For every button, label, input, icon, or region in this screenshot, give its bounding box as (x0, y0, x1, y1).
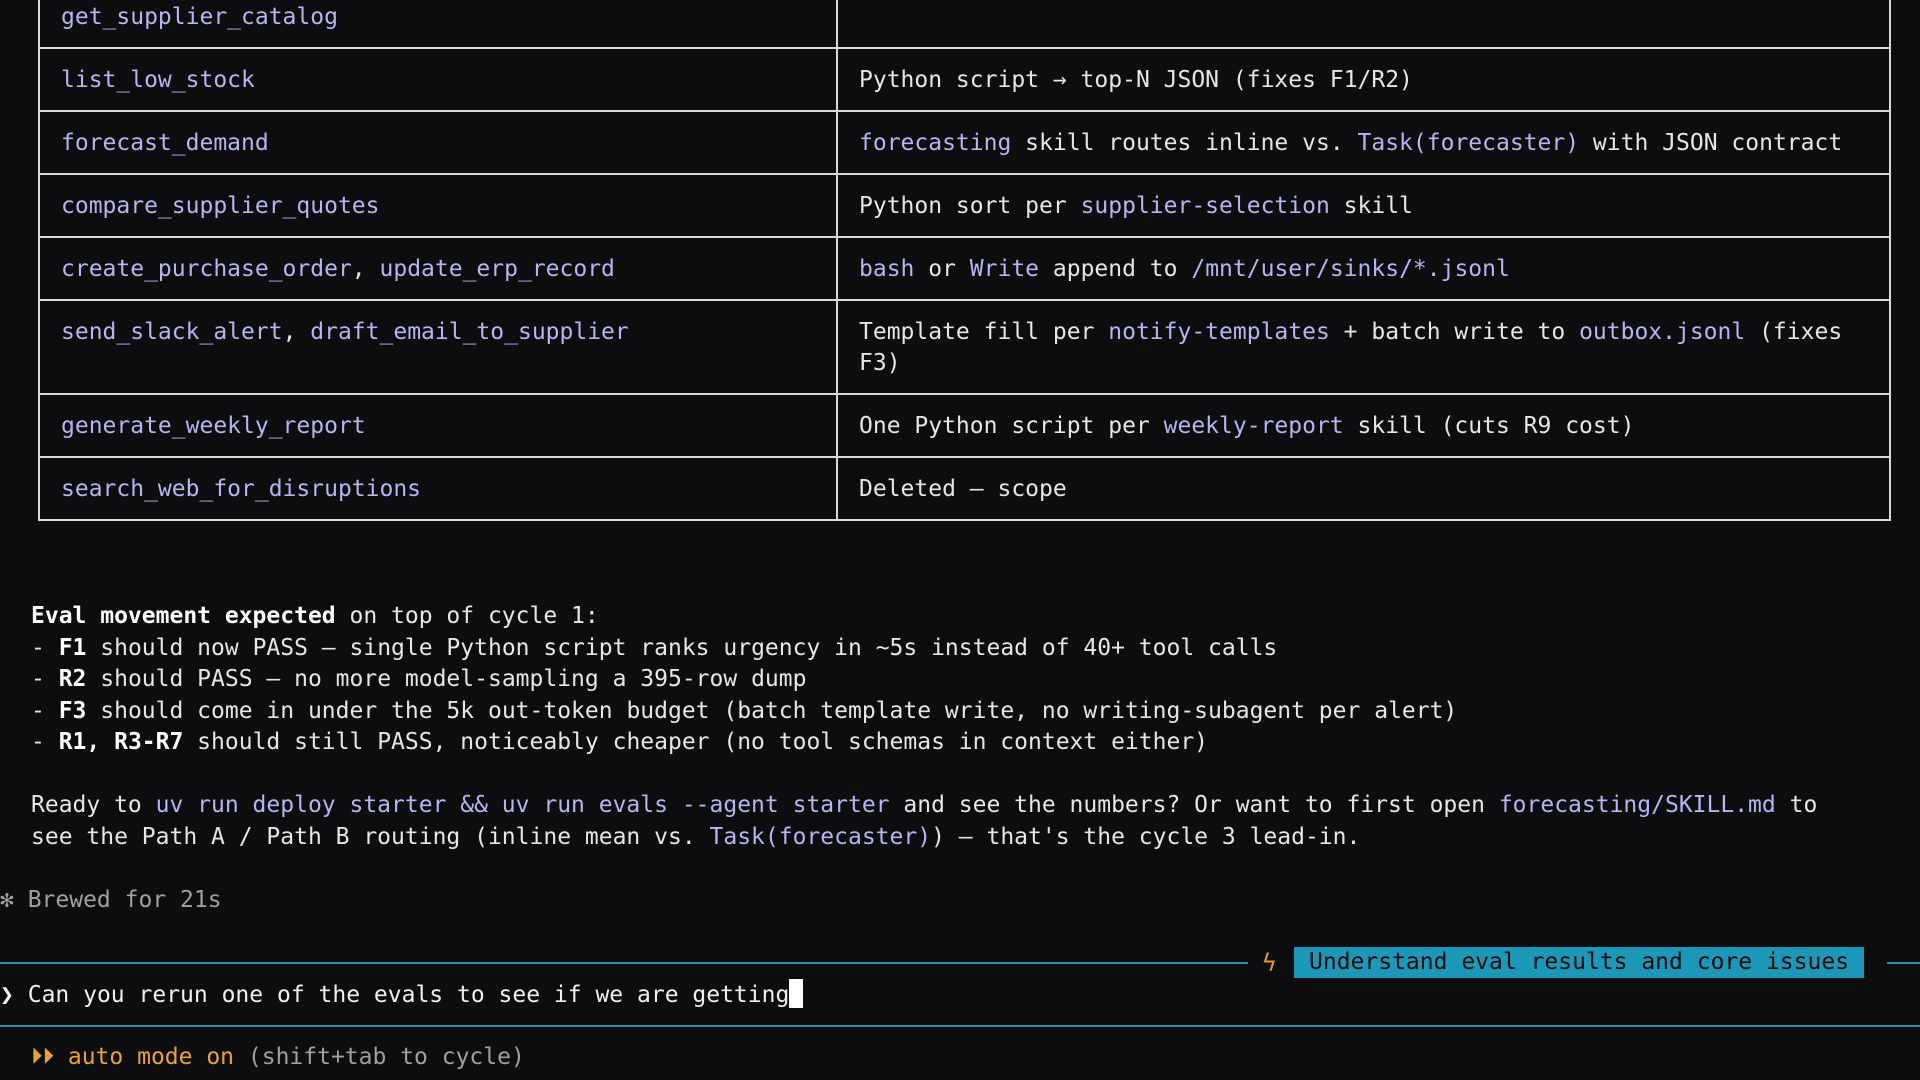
eval-id: R1, R3-R7 (58, 729, 184, 755)
tool-mapping-table: get_supplier_catalog list_low_stock Python… (38, 0, 1891, 521)
eval-id: F3 (58, 697, 87, 724)
prompt-input[interactable]: ❯ Can you rerun one of the evals to see … (0, 979, 804, 1011)
text-segment: skill (cuts R9 cost) (1343, 413, 1635, 439)
inline-code: uv run deploy starter && uv run evals --… (155, 792, 890, 818)
table-row: forecast_demand forecasting skill routes … (38, 110, 1891, 175)
text-segment: skill routes inline vs. (1011, 130, 1358, 156)
tool-name-cell: get_supplier_catalog (38, 0, 838, 49)
inline-code: Task(forecaster) (709, 823, 932, 850)
brewed-status: ✻ Brewed for 21s (0, 887, 222, 913)
inline-code: outbox.jsonl (1579, 319, 1746, 345)
table-row: get_supplier_catalog (38, 0, 1891, 49)
text-segment: or (914, 256, 970, 282)
table-row: search_web_for_disruptions Deleted — scop… (38, 456, 1891, 521)
inline-code: weekly-report (1163, 413, 1344, 439)
eval-text: should PASS — no more model-sampling a 3… (86, 666, 807, 692)
tool-name: update_erp_record (379, 256, 615, 282)
text-segment: and see the numbers? Or want to first op… (889, 792, 1499, 818)
eval-id: R2 (58, 666, 87, 692)
ready-line-1: Ready to uv run deploy starter && uv run… (31, 790, 1901, 822)
tool-mapping-body: get_supplier_catalog list_low_stock Python… (38, 0, 1891, 521)
table-row: create_purchase_order, update_erp_record… (38, 236, 1891, 301)
text-segment: see the Path A / Path B routing (inline … (31, 823, 710, 850)
session-title-badge: Understand eval results and core issues (1294, 947, 1865, 978)
tool-name-cell: list_low_stock (38, 47, 838, 112)
replacement-cell: Python script → top-N JSON (fixes F1/R2) (836, 47, 1891, 112)
inline-code: forecasting/SKILL.md (1498, 792, 1776, 818)
eval-text: should now PASS — single Python script r… (86, 634, 1278, 661)
text-segment: + batch write to (1329, 319, 1580, 345)
replacement-cell (836, 0, 1891, 49)
tool-name-cell: generate_weekly_report (38, 393, 838, 458)
inline-code: notify-templates (1108, 319, 1330, 345)
inline-code: bash (859, 256, 915, 282)
tool-name: generate_weekly_report (61, 413, 366, 439)
text-segment: with JSON contract (1579, 130, 1843, 156)
eval-text: should come in under the 5k out-token bu… (86, 697, 1458, 724)
text-segment: Ready to (31, 792, 156, 818)
prompt-text[interactable]: Can you rerun one of the evals to see if… (28, 982, 790, 1008)
eval-list: - F1 should now PASS — single Python scr… (31, 633, 1901, 759)
table-row: generate_weekly_report One Python script … (38, 393, 1891, 458)
inline-code: /mnt/user/sinks/*.jsonl (1191, 256, 1510, 282)
eval-item: - F1 should now PASS — single Python scr… (31, 634, 1278, 661)
text-segment: Python script → top-N JSON (fixes F1/R2) (859, 67, 1413, 93)
text-segment: ) — that's the cycle 3 lead-in. (931, 823, 1361, 850)
replacement-cell: forecasting skill routes inline vs. Task… (836, 110, 1891, 175)
replacement-cell: Template fill per notify-templates + bat… (836, 299, 1891, 395)
inline-code: supplier-selection (1080, 193, 1330, 219)
text-segment: skill (1329, 193, 1413, 219)
tool-name: compare_supplier_quotes (61, 193, 380, 219)
text-segment: Python sort per (859, 193, 1081, 219)
text-segment: Template fill per (859, 319, 1109, 345)
tool-name: create_purchase_order (61, 256, 352, 282)
mode-indicator[interactable]: ⏵⏵ auto mode on (shift+tab to cycle) (31, 1042, 525, 1073)
tool-name: send_slack_alert (61, 319, 283, 345)
replacement-cell: One Python script per weekly-report skil… (836, 393, 1891, 458)
text-segment: append to (1039, 256, 1192, 282)
text-segment: Deleted — scope (859, 476, 1067, 502)
assistant-response: Eval movement expected on top of cycle 1… (31, 601, 1901, 853)
ready-line-2: see the Path A / Path B routing (inline … (31, 822, 1901, 854)
eval-id: F1 (58, 634, 87, 661)
lightning-icon: ϟ (1262, 949, 1277, 977)
table-row: send_slack_alert, draft_email_to_supplie… (38, 299, 1891, 395)
inline-code: forecasting (859, 130, 1012, 156)
text-segment: to (1775, 792, 1818, 818)
tool-name-cell: send_slack_alert, draft_email_to_supplie… (38, 299, 838, 395)
tool-name: search_web_for_disruptions (61, 476, 422, 502)
tool-name-cell: forecast_demand (38, 110, 838, 175)
tool-name: forecast_demand (61, 130, 269, 156)
eval-item: - R1, R3-R7 should still PASS, noticeabl… (31, 729, 1209, 755)
tool-name-cell: search_web_for_disruptions (38, 456, 838, 521)
eval-item: - F3 should come in under the 5k out-tok… (31, 697, 1458, 724)
table-row: list_low_stock Python script → top-N JSON… (38, 47, 1891, 112)
input-top-rule (0, 962, 1248, 964)
eval-item: - R2 should PASS — no more model-samplin… (31, 666, 807, 692)
tool-name-cell: create_purchase_order, update_erp_record (38, 236, 838, 301)
input-bottom-rule (0, 1025, 1920, 1027)
prompt-chevron-icon: ❯ (0, 982, 14, 1008)
text-segment: One Python script per (859, 413, 1164, 439)
mode-hint: (shift+tab to cycle) (234, 1044, 525, 1070)
tool-name-cell: compare_supplier_quotes (38, 173, 838, 238)
tool-name: list_low_stock (61, 67, 255, 93)
tool-name: get_supplier_catalog (61, 4, 338, 30)
text-cursor (789, 979, 804, 1008)
replacement-cell: Deleted — scope (836, 456, 1891, 521)
mode-label: auto mode on (67, 1044, 235, 1070)
replacement-cell: bash or Write append to /mnt/user/sinks/… (836, 236, 1891, 301)
input-top-rule-right (1887, 962, 1920, 964)
table-row: compare_supplier_quotes Python sort per s… (38, 173, 1891, 238)
inline-code: Task(forecaster) (1357, 130, 1580, 156)
eval-heading: Eval movement expected on top of cycle 1… (31, 603, 599, 629)
replacement-cell: Python sort per supplier-selection skill (836, 173, 1891, 238)
inline-code: Write (969, 256, 1040, 282)
eval-text: should still PASS, noticeably cheaper (n… (183, 729, 1209, 755)
fast-forward-icon: ⏵⏵ (31, 1044, 54, 1070)
tool-name: draft_email_to_supplier (310, 319, 629, 345)
